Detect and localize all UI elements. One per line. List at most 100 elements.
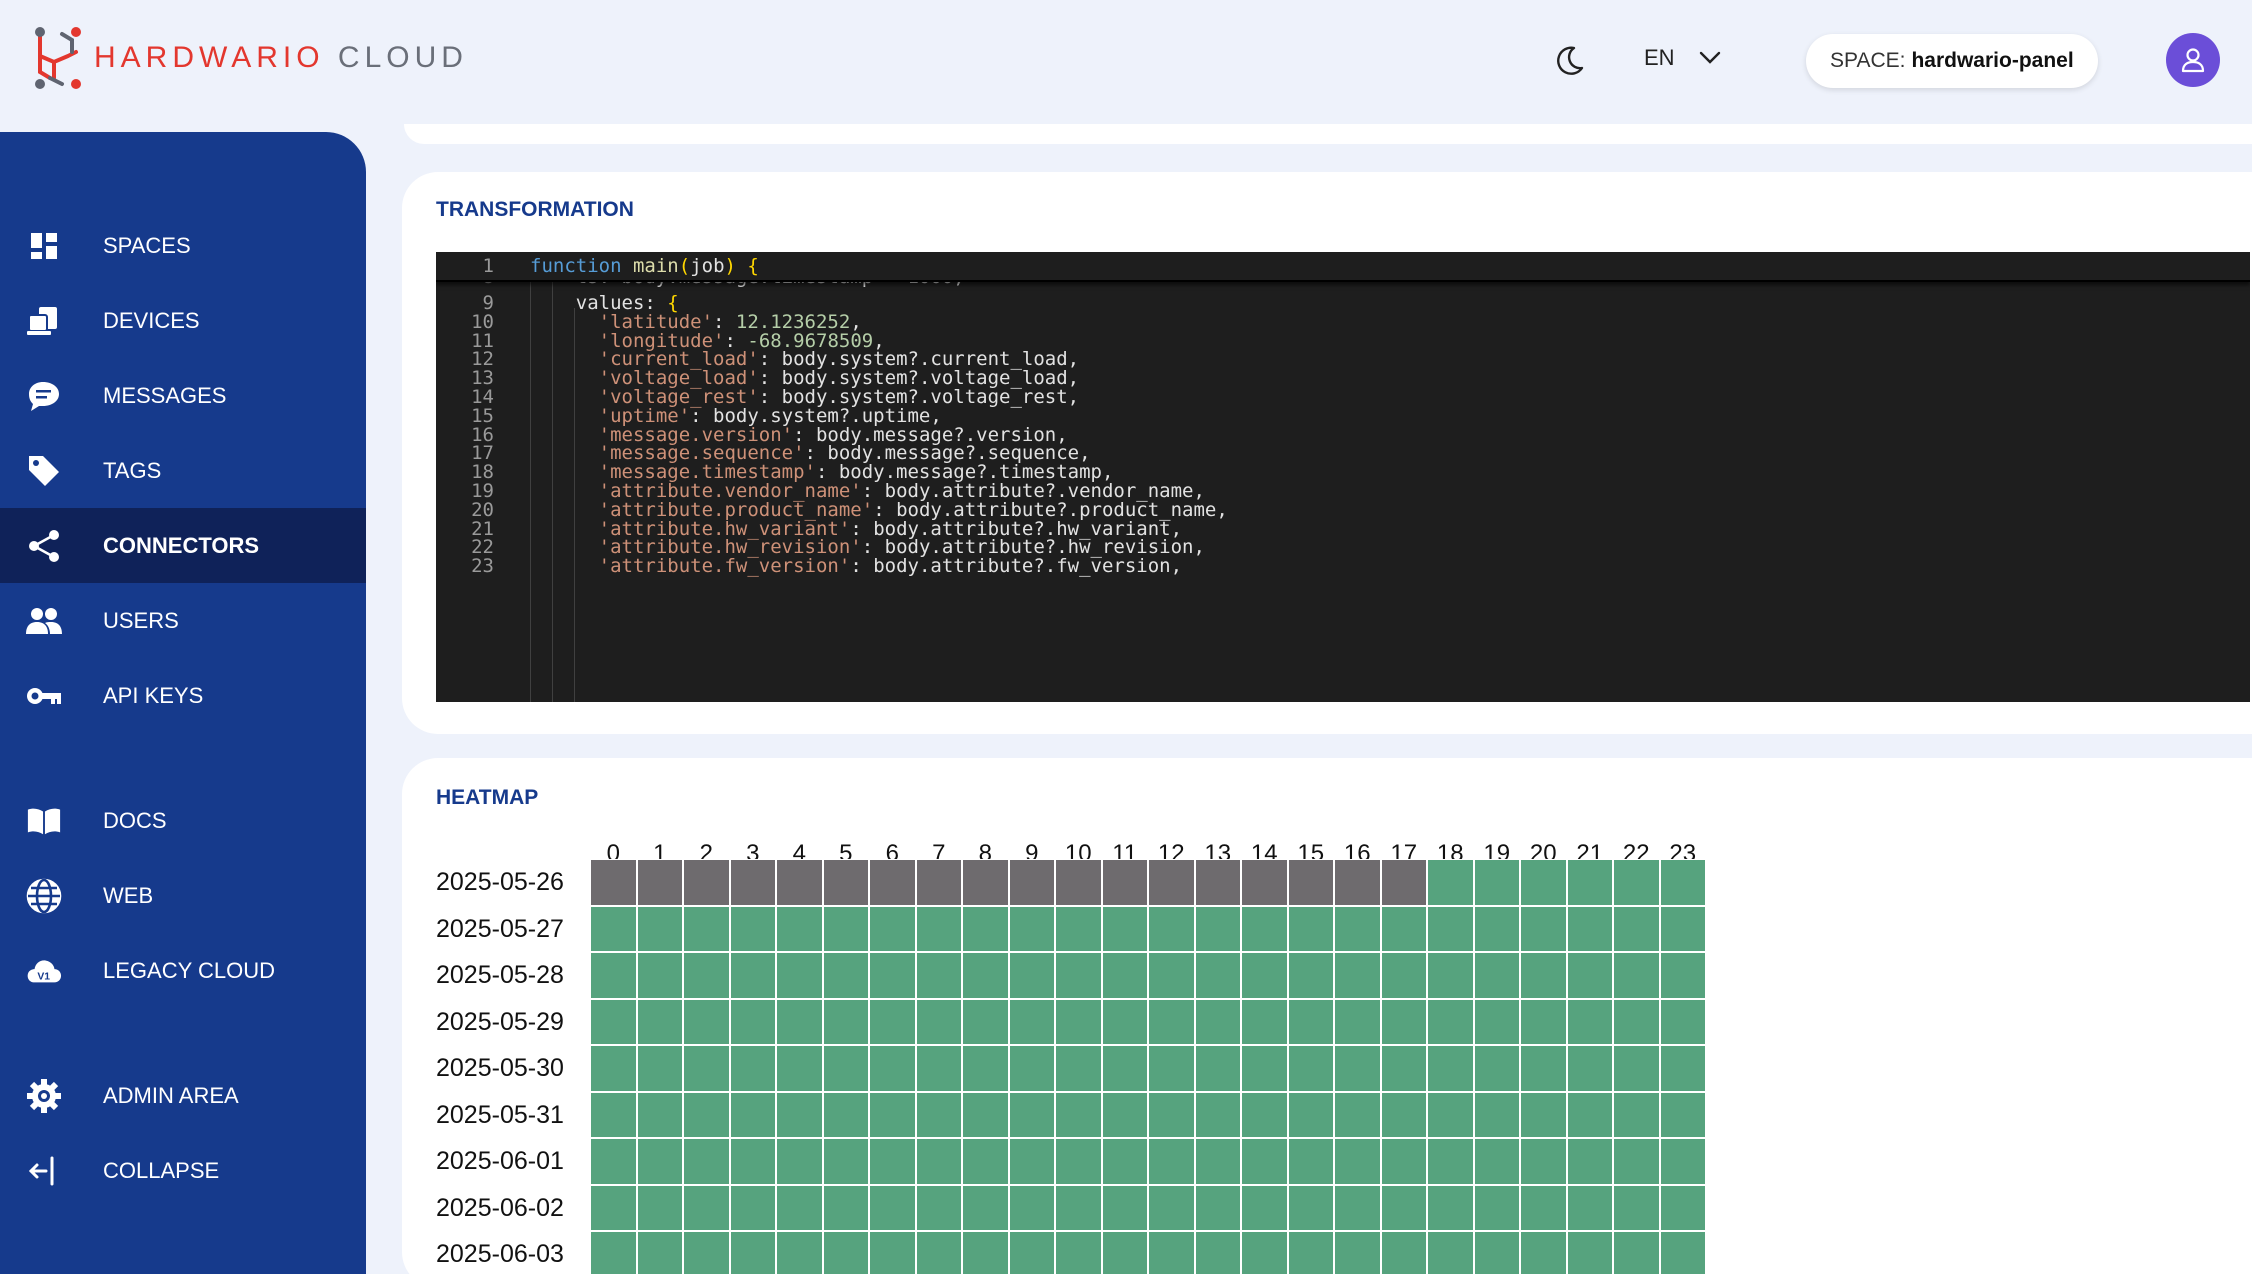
heatmap-cell[interactable] xyxy=(1287,998,1334,1045)
dark-mode-icon[interactable] xyxy=(1552,44,1586,78)
sidebar-item-web[interactable]: WEB xyxy=(0,858,366,933)
heatmap-cell[interactable] xyxy=(962,998,1009,1045)
heatmap-cell[interactable] xyxy=(729,1231,776,1274)
heatmap-cell[interactable] xyxy=(776,998,823,1045)
heatmap-cell[interactable] xyxy=(962,859,1009,906)
heatmap-cell[interactable] xyxy=(1473,1045,1520,1092)
heatmap-cell[interactable] xyxy=(1613,859,1660,906)
sidebar-item-tags[interactable]: TAGS xyxy=(0,433,366,508)
heatmap-cell[interactable] xyxy=(590,1045,637,1092)
heatmap-cell[interactable] xyxy=(1473,998,1520,1045)
heatmap-cell[interactable] xyxy=(776,859,823,906)
heatmap-cell[interactable] xyxy=(869,998,916,1045)
heatmap-cell[interactable] xyxy=(590,905,637,952)
heatmap-cell[interactable] xyxy=(915,859,962,906)
heatmap-cell[interactable] xyxy=(729,1045,776,1092)
heatmap-cell[interactable] xyxy=(1241,1138,1288,1185)
heatmap-cell[interactable] xyxy=(1194,1184,1241,1231)
heatmap-cell[interactable] xyxy=(1380,905,1427,952)
heatmap-cell[interactable] xyxy=(1287,1045,1334,1092)
heatmap-cell[interactable] xyxy=(1473,952,1520,999)
heatmap-cell[interactable] xyxy=(1148,859,1195,906)
sidebar-item-admin-area[interactable]: ADMIN AREA xyxy=(0,1058,366,1133)
heatmap-cell[interactable] xyxy=(1427,1045,1474,1092)
heatmap-cell[interactable] xyxy=(1008,952,1055,999)
heatmap-cell[interactable] xyxy=(1287,859,1334,906)
heatmap-cell[interactable] xyxy=(822,998,869,1045)
heatmap-cell[interactable] xyxy=(869,1045,916,1092)
heatmap-cell[interactable] xyxy=(1055,859,1102,906)
heatmap-cell[interactable] xyxy=(683,1231,730,1274)
heatmap-cell[interactable] xyxy=(1380,998,1427,1045)
heatmap-cell[interactable] xyxy=(1194,859,1241,906)
heatmap-cell[interactable] xyxy=(1380,952,1427,999)
heatmap-cell[interactable] xyxy=(636,1091,683,1138)
heatmap-cell[interactable] xyxy=(1008,1138,1055,1185)
heatmap-cell[interactable] xyxy=(729,905,776,952)
code-editor[interactable]: 8 ts: body.message.timestamp * 1000, 9 v… xyxy=(436,252,2250,702)
heatmap-cell[interactable] xyxy=(1427,998,1474,1045)
heatmap-cell[interactable] xyxy=(636,952,683,999)
sidebar-item-messages[interactable]: MESSAGES xyxy=(0,358,366,433)
sidebar-item-devices[interactable]: DEVICES xyxy=(0,283,366,358)
heatmap-cell[interactable] xyxy=(729,1138,776,1185)
heatmap-cell[interactable] xyxy=(869,1231,916,1274)
heatmap-cell[interactable] xyxy=(1101,1184,1148,1231)
heatmap-cell[interactable] xyxy=(1241,952,1288,999)
sidebar-item-legacy-cloud[interactable]: V1 LEGACY CLOUD xyxy=(0,933,366,1008)
heatmap-cell[interactable] xyxy=(1659,905,1706,952)
heatmap-cell[interactable] xyxy=(729,859,776,906)
heatmap-cell[interactable] xyxy=(1101,1138,1148,1185)
heatmap-cell[interactable] xyxy=(1473,1231,1520,1274)
heatmap-cell[interactable] xyxy=(822,859,869,906)
heatmap-cell[interactable] xyxy=(915,1184,962,1231)
heatmap-cell[interactable] xyxy=(1194,1138,1241,1185)
heatmap-cell[interactable] xyxy=(1334,1231,1381,1274)
heatmap-cell[interactable] xyxy=(1241,1091,1288,1138)
heatmap-cell[interactable] xyxy=(1427,1184,1474,1231)
heatmap-cell[interactable] xyxy=(1520,998,1567,1045)
heatmap-cell[interactable] xyxy=(590,952,637,999)
heatmap-cell[interactable] xyxy=(962,1045,1009,1092)
heatmap-cell[interactable] xyxy=(776,1184,823,1231)
heatmap-cell[interactable] xyxy=(1055,1091,1102,1138)
heatmap-cell[interactable] xyxy=(962,1184,1009,1231)
heatmap-cell[interactable] xyxy=(1427,1091,1474,1138)
heatmap-cell[interactable] xyxy=(636,859,683,906)
heatmap-cell[interactable] xyxy=(1566,1231,1613,1274)
heatmap-cell[interactable] xyxy=(1520,1138,1567,1185)
sidebar-item-docs[interactable]: DOCS xyxy=(0,783,366,858)
heatmap-cell[interactable] xyxy=(962,1231,1009,1274)
heatmap-cell[interactable] xyxy=(1334,998,1381,1045)
heatmap-cell[interactable] xyxy=(1380,1091,1427,1138)
heatmap-cell[interactable] xyxy=(1287,952,1334,999)
heatmap-cell[interactable] xyxy=(1520,1231,1567,1274)
heatmap-cell[interactable] xyxy=(915,1091,962,1138)
heatmap-cell[interactable] xyxy=(1287,1231,1334,1274)
user-avatar[interactable] xyxy=(2166,33,2220,87)
heatmap-cell[interactable] xyxy=(636,1045,683,1092)
heatmap-cell[interactable] xyxy=(1566,1138,1613,1185)
heatmap-cell[interactable] xyxy=(683,859,730,906)
heatmap-cell[interactable] xyxy=(869,905,916,952)
heatmap-cell[interactable] xyxy=(590,998,637,1045)
heatmap-cell[interactable] xyxy=(683,1091,730,1138)
heatmap-cell[interactable] xyxy=(962,952,1009,999)
heatmap-cell[interactable] xyxy=(1241,1045,1288,1092)
heatmap-cell[interactable] xyxy=(683,1138,730,1185)
heatmap-cell[interactable] xyxy=(1473,859,1520,906)
heatmap-cell[interactable] xyxy=(1334,1045,1381,1092)
heatmap-cell[interactable] xyxy=(683,998,730,1045)
heatmap-cell[interactable] xyxy=(776,1091,823,1138)
heatmap-cell[interactable] xyxy=(1194,1231,1241,1274)
heatmap-cell[interactable] xyxy=(1008,1045,1055,1092)
heatmap-cell[interactable] xyxy=(1659,1231,1706,1274)
heatmap-cell[interactable] xyxy=(683,905,730,952)
heatmap-cell[interactable] xyxy=(1148,952,1195,999)
heatmap-cell[interactable] xyxy=(1055,905,1102,952)
heatmap-cell[interactable] xyxy=(1334,905,1381,952)
heatmap-cell[interactable] xyxy=(1520,905,1567,952)
heatmap-cell[interactable] xyxy=(1334,1138,1381,1185)
language-selector[interactable]: EN xyxy=(1644,45,1721,71)
heatmap-cell[interactable] xyxy=(1055,1231,1102,1274)
